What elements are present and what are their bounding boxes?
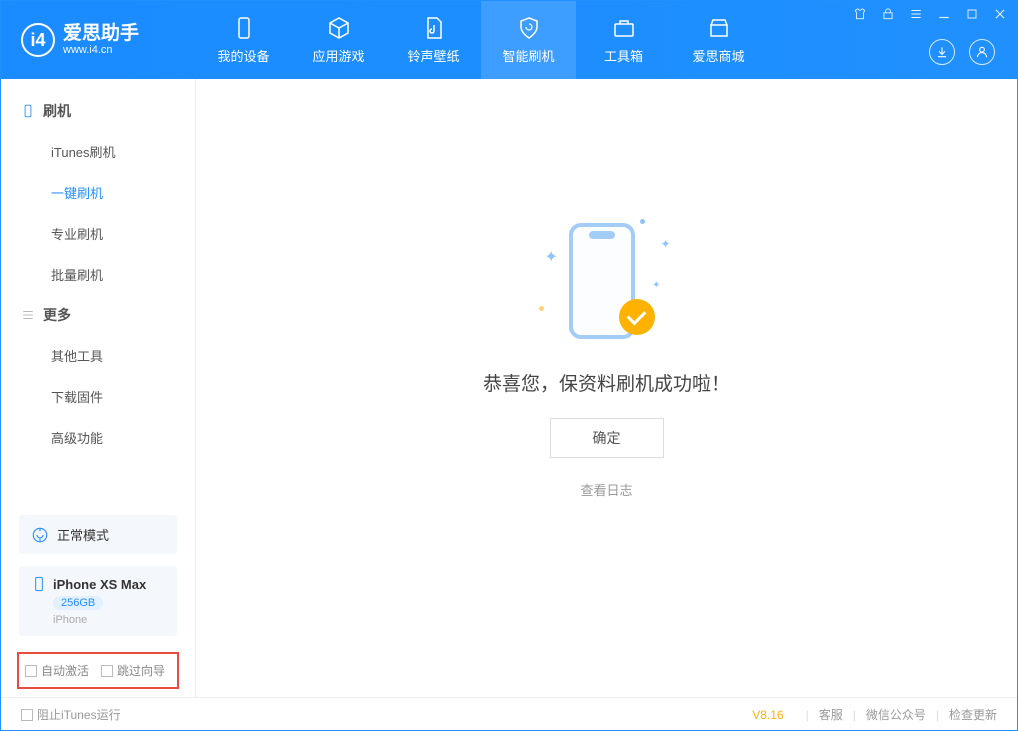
logo-icon: i4 — [21, 23, 55, 57]
shirt-icon[interactable] — [853, 7, 867, 21]
checkbox-icon — [21, 709, 33, 721]
nav-tab-store[interactable]: 爱思商城 — [671, 1, 766, 79]
checkbox-label: 自动激活 — [41, 662, 89, 679]
sidebar-item-download-firmware[interactable]: 下载固件 — [1, 376, 195, 417]
checkbox-block-itunes[interactable]: 阻止iTunes运行 — [21, 706, 121, 723]
highlighted-options-row: 自动激活 跳过向导 — [17, 652, 179, 689]
device-type: iPhone — [53, 614, 165, 626]
sidebar-item-other-tools[interactable]: 其他工具 — [1, 335, 195, 376]
close-icon[interactable] — [993, 7, 1007, 21]
footer: 阻止iTunes运行 V8.16 | 客服 | 微信公众号 | 检查更新 — [1, 697, 1017, 731]
device-box[interactable]: iPhone XS Max 256GB iPhone — [19, 566, 177, 636]
logo-subtitle: www.i4.cn — [63, 44, 139, 56]
sidebar-section-more: 更多 — [1, 295, 195, 335]
device-name-row: iPhone XS Max — [31, 576, 165, 592]
mode-box[interactable]: 正常模式 — [19, 515, 177, 554]
nav-tab-label: 爱思商城 — [692, 46, 744, 65]
toolbox-icon — [612, 16, 636, 40]
sidebar: 刷机 iTunes刷机 一键刷机 专业刷机 批量刷机 更多 其他工具 下载固件 … — [1, 79, 196, 697]
nav-tab-label: 工具箱 — [604, 46, 643, 65]
nav-tab-ringtones-wallpapers[interactable]: 铃声壁纸 — [386, 1, 481, 79]
checkbox-icon — [101, 665, 113, 677]
sparkle-icon: ✦ — [660, 237, 670, 251]
maximize-icon[interactable] — [965, 7, 979, 21]
music-file-icon — [422, 16, 446, 40]
footer-link-update[interactable]: 检查更新 — [949, 706, 997, 723]
header-right-icons — [929, 39, 995, 65]
dot-icon — [640, 219, 645, 224]
check-badge-icon — [619, 299, 655, 335]
store-icon — [707, 16, 731, 40]
device-name: iPhone XS Max — [53, 577, 146, 592]
version-label: V8.16 — [752, 708, 783, 722]
sidebar-item-one-click-flash[interactable]: 一键刷机 — [1, 172, 195, 213]
sidebar-item-pro-flash[interactable]: 专业刷机 — [1, 213, 195, 254]
sidebar-section-flash: 刷机 — [1, 91, 195, 131]
nav-tabs: 我的设备 应用游戏 铃声壁纸 智能刷机 工具箱 爱思商城 — [196, 1, 766, 79]
view-log-link[interactable]: 查看日志 — [580, 480, 632, 499]
logo-title: 爱思助手 — [63, 24, 139, 45]
cube-icon — [327, 16, 351, 40]
sidebar-section-title: 更多 — [43, 305, 71, 325]
device-phone-icon — [31, 576, 47, 592]
minimize-icon[interactable] — [937, 7, 951, 21]
confirm-button[interactable]: 确定 — [550, 418, 664, 458]
sidebar-item-itunes-flash[interactable]: iTunes刷机 — [1, 131, 195, 172]
nav-tab-toolbox[interactable]: 工具箱 — [576, 1, 671, 79]
nav-tab-label: 智能刷机 — [502, 46, 554, 65]
checkbox-label: 阻止iTunes运行 — [37, 706, 121, 723]
device-storage-badge: 256GB — [53, 596, 103, 610]
menu-icon[interactable] — [909, 7, 923, 21]
phone-icon — [21, 104, 35, 118]
sidebar-section-title: 刷机 — [43, 101, 71, 121]
sidebar-item-advanced[interactable]: 高级功能 — [1, 417, 195, 458]
nav-tab-smart-flash[interactable]: 智能刷机 — [481, 1, 576, 79]
mode-label: 正常模式 — [57, 525, 109, 544]
logo-text: 爱思助手 www.i4.cn — [63, 24, 139, 57]
success-illustration: ✦ ✦ ✦ — [537, 217, 677, 347]
download-icon[interactable] — [929, 39, 955, 65]
footer-right: V8.16 | 客服 | 微信公众号 | 检查更新 — [752, 706, 997, 723]
app-header: i4 爱思助手 www.i4.cn 我的设备 应用游戏 铃声壁纸 智能刷机 工具… — [1, 1, 1017, 79]
nav-tab-label: 应用游戏 — [312, 46, 364, 65]
nav-tab-my-device[interactable]: 我的设备 — [196, 1, 291, 79]
checkbox-icon — [25, 665, 37, 677]
shield-refresh-icon — [517, 16, 541, 40]
mode-icon — [31, 526, 49, 544]
success-message: 恭喜您，保资料刷机成功啦！ — [483, 369, 730, 396]
sparkle-icon: ✦ — [545, 247, 558, 267]
main-content: ✦ ✦ ✦ 恭喜您，保资料刷机成功啦！ 确定 查看日志 — [196, 79, 1017, 697]
sidebar-item-batch-flash[interactable]: 批量刷机 — [1, 254, 195, 295]
device-icon — [232, 16, 256, 40]
window-controls — [853, 7, 1007, 21]
checkbox-label: 跳过向导 — [117, 662, 165, 679]
nav-tab-label: 铃声壁纸 — [407, 46, 459, 65]
nav-tab-label: 我的设备 — [217, 46, 269, 65]
dot-icon — [539, 306, 544, 311]
lock-icon[interactable] — [881, 7, 895, 21]
body-area: 刷机 iTunes刷机 一键刷机 专业刷机 批量刷机 更多 其他工具 下载固件 … — [1, 79, 1017, 697]
nav-tab-apps-games[interactable]: 应用游戏 — [291, 1, 386, 79]
list-icon — [21, 308, 35, 322]
user-icon[interactable] — [969, 39, 995, 65]
checkbox-auto-activate[interactable]: 自动激活 — [25, 662, 89, 679]
footer-link-service[interactable]: 客服 — [819, 706, 843, 723]
checkbox-skip-guide[interactable]: 跳过向导 — [101, 662, 165, 679]
sparkle-icon: ✦ — [652, 280, 660, 291]
logo-area: i4 爱思助手 www.i4.cn — [1, 23, 196, 57]
footer-link-wechat[interactable]: 微信公众号 — [866, 706, 926, 723]
